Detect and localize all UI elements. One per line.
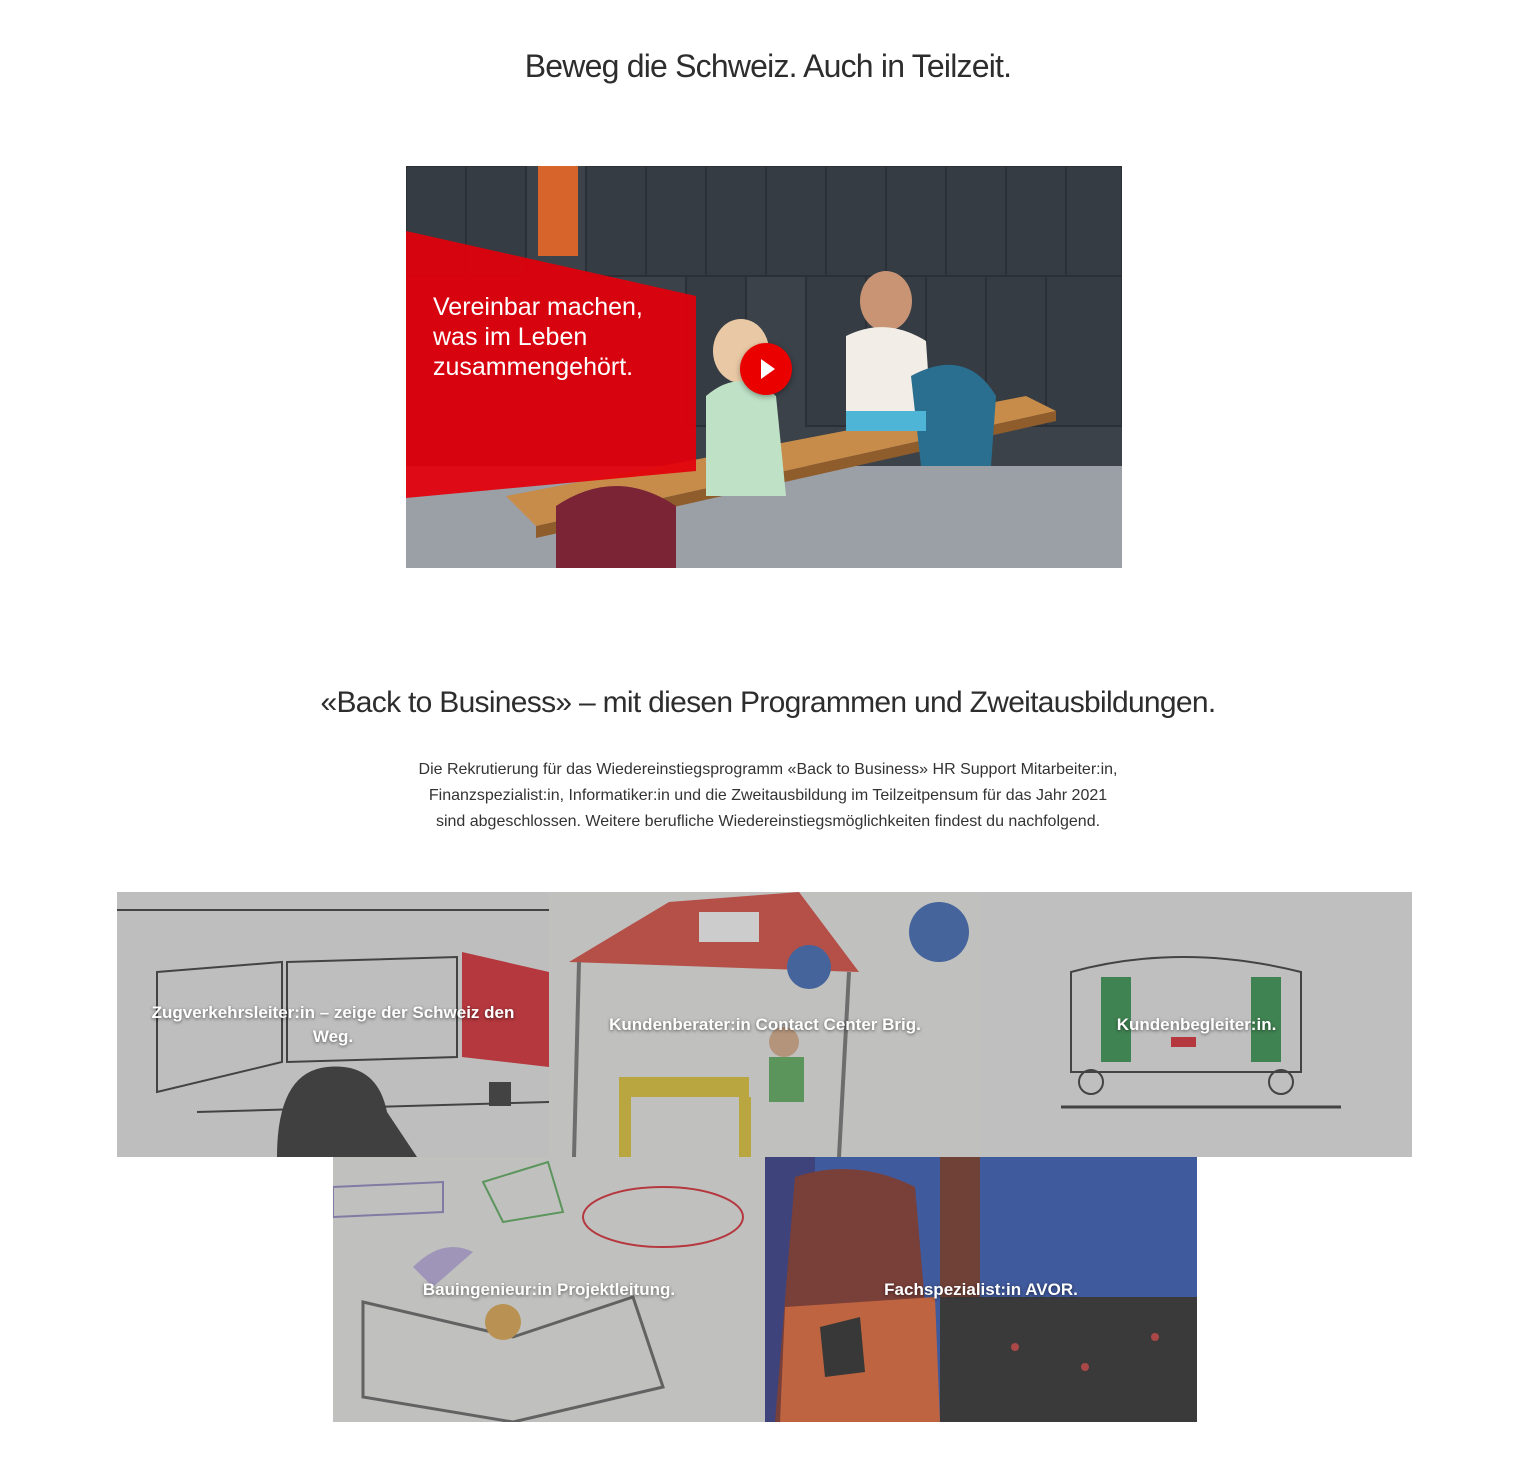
overlay-line: was im Leben: [433, 323, 588, 351]
video-player[interactable]: Vereinbar machen, was im Leben zusammeng…: [406, 166, 1122, 568]
tile-label: Kundenberater:in Contact Center Brig.: [609, 1014, 921, 1034]
video-overlay-text: Vereinbar machen, was im Leben zusammeng…: [433, 292, 683, 382]
program-tile[interactable]: Kundenbegleiter:in.: [981, 892, 1412, 1157]
program-tile[interactable]: Kundenberater:in Contact Center Brig.: [549, 892, 981, 1157]
tile-label: Kundenbegleiter:in.: [1116, 1014, 1277, 1034]
section-title: «Back to Business» – mit diesen Programm…: [320, 686, 1216, 719]
page-title: Beweg die Schweiz. Auch in Teilzeit.: [524, 48, 1012, 84]
intro-paragraph: Die Rekrutierung für das Wiedereinstiegs…: [418, 761, 1118, 830]
program-tile[interactable]: Bauingenieur:in Projektleitung.: [333, 1157, 765, 1422]
overlay-line: Vereinbar machen,: [433, 293, 643, 321]
tile-label: Zugverkehrsleiter:in – zeige der Schweiz…: [151, 1002, 515, 1046]
overlay-line: zusammengehört.: [433, 353, 634, 381]
tile-label: Fachspezialist:in AVOR.: [884, 1279, 1078, 1299]
program-tile[interactable]: Zugverkehrsleiter:in – zeige der Schweiz…: [117, 892, 549, 1157]
program-tile[interactable]: Fachspezialist:in AVOR.: [765, 1157, 1197, 1422]
tile-label: Bauingenieur:in Projektleitung.: [422, 1279, 676, 1299]
play-icon[interactable]: [740, 343, 792, 395]
